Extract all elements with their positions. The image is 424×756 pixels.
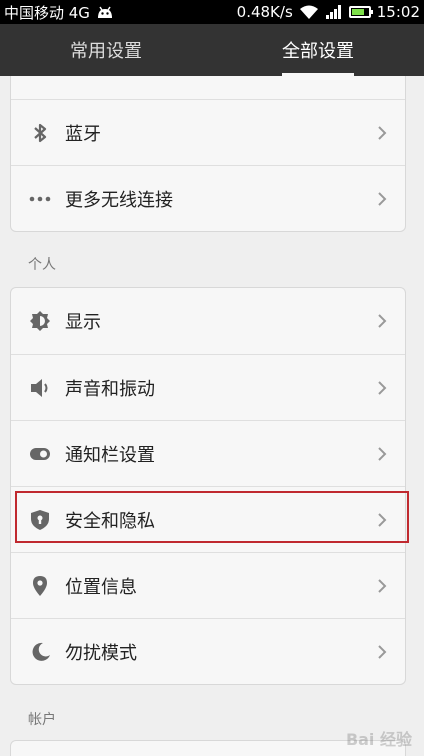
chevron-right-icon [375, 578, 389, 593]
bluetooth-icon [29, 122, 51, 144]
signal-icon [325, 5, 341, 19]
tab-common-settings[interactable]: 常用设置 [0, 24, 212, 76]
list-item-location[interactable]: 位置信息 [11, 552, 405, 618]
tab-label: 全部设置 [282, 41, 354, 62]
more-dots-icon [29, 188, 51, 210]
chevron-right-icon [375, 125, 389, 140]
list-item-hidden [11, 76, 405, 99]
chevron-right-icon [375, 191, 389, 206]
section-title-account: 帐户 [28, 712, 56, 728]
android-icon [97, 6, 112, 18]
chevron-right-icon [375, 314, 389, 328]
tab-all-settings[interactable]: 全部设置 [212, 24, 424, 76]
chevron-right-icon [375, 512, 389, 527]
toggle-icon [29, 443, 51, 465]
settings-tab-bar: 常用设置 全部设置 [0, 24, 424, 76]
list-item-display[interactable]: 显示 [11, 288, 405, 354]
list-item-label: 安全和隐私 [65, 510, 155, 532]
list-item-security-privacy[interactable]: 安全和隐私 [11, 486, 405, 552]
list-item-do-not-disturb[interactable]: 勿扰模式 [11, 618, 405, 684]
chevron-right-icon [375, 380, 389, 395]
wireless-card: 蓝牙 更多无线连接 [10, 76, 406, 232]
chevron-right-icon [375, 446, 389, 461]
tab-label: 常用设置 [70, 41, 142, 62]
chevron-right-icon [375, 644, 389, 659]
clock-text: 15:02 [376, 3, 420, 21]
location-pin-icon [29, 575, 51, 597]
carrier-text: 中国移动 4G [4, 3, 90, 22]
status-bar: 中国移动 4G 0.48K/s 15:02 [0, 0, 424, 24]
watermark: Bai 经验 [345, 730, 412, 749]
list-item-label: 勿扰模式 [65, 642, 137, 664]
network-speed-text: 0.48K/s [236, 3, 293, 21]
wifi-icon [299, 5, 318, 19]
list-item-sound[interactable]: 声音和振动 [11, 354, 405, 420]
list-item-label: 蓝牙 [65, 123, 101, 145]
brightness-icon [29, 310, 51, 332]
list-item-label: 更多无线连接 [65, 189, 173, 211]
list-item-label: 位置信息 [65, 576, 137, 598]
settings-list[interactable]: 蓝牙 更多无线连接 个人 显示 声音和振动 通知栏设置 安全和隐私 位置信息 勿… [0, 76, 424, 756]
list-item-label: 显示 [65, 312, 101, 333]
list-item-notification-bar[interactable]: 通知栏设置 [11, 420, 405, 486]
moon-icon [29, 641, 51, 663]
list-item-bluetooth[interactable]: 蓝牙 [11, 99, 405, 165]
speaker-icon [29, 377, 51, 399]
list-item-more-wireless[interactable]: 更多无线连接 [11, 165, 405, 231]
section-title-personal: 个人 [28, 257, 56, 273]
list-item-label: 声音和振动 [65, 378, 155, 400]
shield-icon [29, 509, 51, 531]
battery-icon [348, 6, 373, 18]
list-item-label: 通知栏设置 [65, 444, 155, 466]
personal-card: 显示 声音和振动 通知栏设置 安全和隐私 位置信息 勿扰模式 [10, 287, 406, 685]
